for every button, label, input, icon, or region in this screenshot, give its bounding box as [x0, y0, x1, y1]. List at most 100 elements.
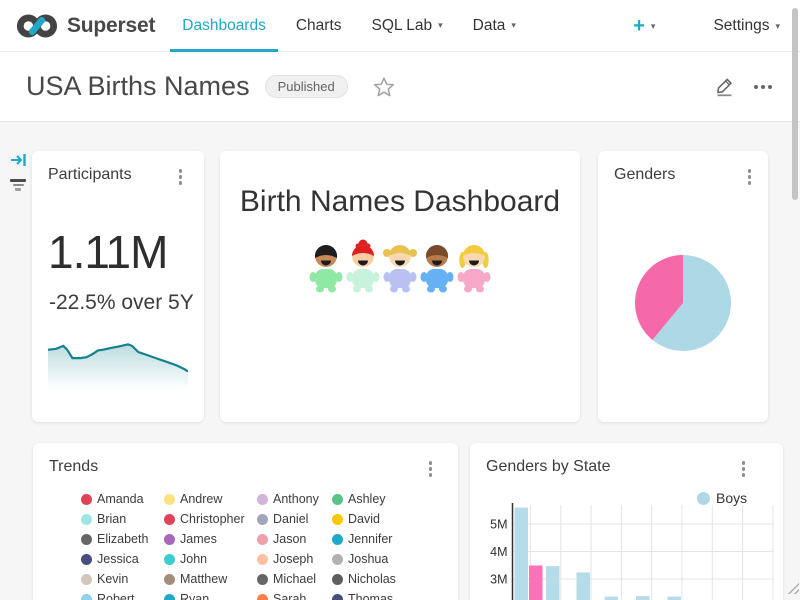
legend-item-sarah[interactable]: Sarah: [257, 592, 306, 600]
chart-menu-kebab-icon[interactable]: [746, 167, 754, 187]
legend-item-jason[interactable]: Jason: [257, 532, 306, 546]
nav-item-label: Dashboards: [182, 17, 266, 35]
legend-swatch: [332, 594, 343, 600]
legend-label: Anthony: [273, 492, 319, 506]
baby-emoji-row: [220, 239, 580, 293]
legend-swatch: [332, 574, 343, 585]
legend-label: Kevin: [97, 572, 128, 586]
page-title: USA Births Names: [26, 71, 250, 102]
legend-swatch: [164, 514, 175, 525]
more-actions-button[interactable]: [752, 81, 774, 93]
new-item-button[interactable]: + ▾: [633, 16, 655, 36]
legend-item-boys[interactable]: Boys: [697, 490, 747, 506]
plus-icon: +: [633, 16, 645, 36]
card-genders-by-state: 5M4M3M Genders by State Boys: [470, 443, 783, 600]
legend-label: Sarah: [273, 592, 306, 600]
settings-label: Settings: [713, 17, 769, 35]
legend-item-anthony[interactable]: Anthony: [257, 492, 319, 506]
legend-item-nicholas[interactable]: Nicholas: [332, 572, 396, 586]
legend-swatch: [81, 514, 92, 525]
bar-boys: [605, 597, 619, 600]
legend-label: Andrew: [180, 492, 222, 506]
markdown-heading: Birth Names Dashboard: [220, 185, 580, 219]
chart-menu-kebab-icon[interactable]: [740, 459, 748, 479]
legend-item-christopher[interactable]: Christopher: [164, 512, 245, 526]
legend-label: Jessica: [97, 552, 139, 566]
legend-item-elizabeth[interactable]: Elizabeth: [81, 532, 148, 546]
legend-swatch: [164, 574, 175, 585]
chart-title: Trends: [49, 458, 98, 476]
legend-swatch: [257, 574, 268, 585]
chart-title: Participants: [48, 166, 132, 184]
legend-swatch: [257, 494, 268, 505]
legend-item-matthew[interactable]: Matthew: [164, 572, 227, 586]
caret-down-icon: ▾: [651, 22, 656, 31]
legend-swatch: [81, 554, 92, 565]
legend-item-joshua[interactable]: Joshua: [332, 552, 388, 566]
legend-item-kevin[interactable]: Kevin: [81, 572, 128, 586]
chart-menu-kebab-icon[interactable]: [427, 459, 435, 479]
dashboard-header: USA Births Names Published: [0, 52, 800, 122]
nav-item-data[interactable]: Data▾: [461, 0, 528, 52]
legend-swatch: [164, 554, 175, 565]
legend-item-daniel[interactable]: Daniel: [257, 512, 308, 526]
genders-pie-chart: [634, 254, 732, 352]
legend-label: Daniel: [273, 512, 308, 526]
legend-swatch: [257, 534, 268, 545]
legend-item-jessica[interactable]: Jessica: [81, 552, 139, 566]
legend-label: Matthew: [180, 572, 227, 586]
bar-boys: [515, 508, 529, 600]
chart-title: Genders by State: [486, 458, 611, 476]
settings-menu[interactable]: Settings ▾: [713, 17, 780, 35]
legend-swatch: [332, 554, 343, 565]
baby-emoji-icon: [419, 239, 455, 293]
sparkline-area-chart: [48, 341, 188, 390]
chart-title: Genders: [614, 166, 675, 184]
favorite-star-button[interactable]: [373, 76, 395, 98]
legend-label: Nicholas: [348, 572, 396, 586]
dashboard-grid: Participants 1.11M -22.5% over 5Y Birth …: [0, 122, 800, 600]
legend-item-thomas[interactable]: Thomas: [332, 592, 393, 600]
legend-swatch: [81, 534, 92, 545]
nav-item-sql-lab[interactable]: SQL Lab▾: [360, 0, 455, 52]
legend-item-ryan[interactable]: Ryan: [164, 592, 209, 600]
legend-label: Robert: [97, 592, 135, 600]
legend-item-jennifer[interactable]: Jennifer: [332, 532, 392, 546]
legend-item-ashley[interactable]: Ashley: [332, 492, 386, 506]
legend-item-john[interactable]: John: [164, 552, 207, 566]
nav-item-charts[interactable]: Charts: [284, 0, 354, 52]
card-resize-handle[interactable]: [786, 581, 799, 594]
legend-item-joseph[interactable]: Joseph: [257, 552, 313, 566]
legend-swatch: [257, 514, 268, 525]
legend-item-amanda[interactable]: Amanda: [81, 492, 144, 506]
legend-swatch: [81, 594, 92, 600]
legend-swatch: [164, 534, 175, 545]
edit-dashboard-button[interactable]: [714, 76, 736, 98]
legend-swatch: [332, 534, 343, 545]
caret-down-icon: ▾: [775, 22, 780, 31]
published-badge[interactable]: Published: [265, 75, 348, 98]
legend-label: Brian: [97, 512, 126, 526]
legend-item-michael[interactable]: Michael: [257, 572, 316, 586]
nav-right: + ▾ Settings ▾: [633, 0, 780, 52]
legend-item-james[interactable]: James: [164, 532, 217, 546]
chart-menu-kebab-icon[interactable]: [177, 167, 185, 187]
top-nav: Superset DashboardsChartsSQL Lab▾Data▾ +…: [0, 0, 800, 52]
big-number-value: 1.11M: [48, 229, 167, 275]
vertical-scrollbar[interactable]: [792, 8, 798, 200]
superset-logo-link[interactable]: Superset: [16, 11, 155, 41]
legend-item-robert[interactable]: Robert: [81, 592, 135, 600]
filter-icon[interactable]: [9, 179, 27, 191]
expand-filter-bar-icon[interactable]: [10, 152, 27, 173]
legend-item-andrew[interactable]: Andrew: [164, 492, 222, 506]
legend-label: Jason: [273, 532, 306, 546]
star-icon: [373, 76, 395, 98]
bar-girls: [529, 566, 543, 600]
legend-label: John: [180, 552, 207, 566]
legend-item-david[interactable]: David: [332, 512, 380, 526]
legend-label: Boys: [716, 490, 747, 506]
nav-item-label: SQL Lab: [372, 17, 433, 35]
bar-boys: [577, 572, 591, 600]
nav-item-dashboards[interactable]: Dashboards: [170, 0, 278, 52]
legend-item-brian[interactable]: Brian: [81, 512, 126, 526]
